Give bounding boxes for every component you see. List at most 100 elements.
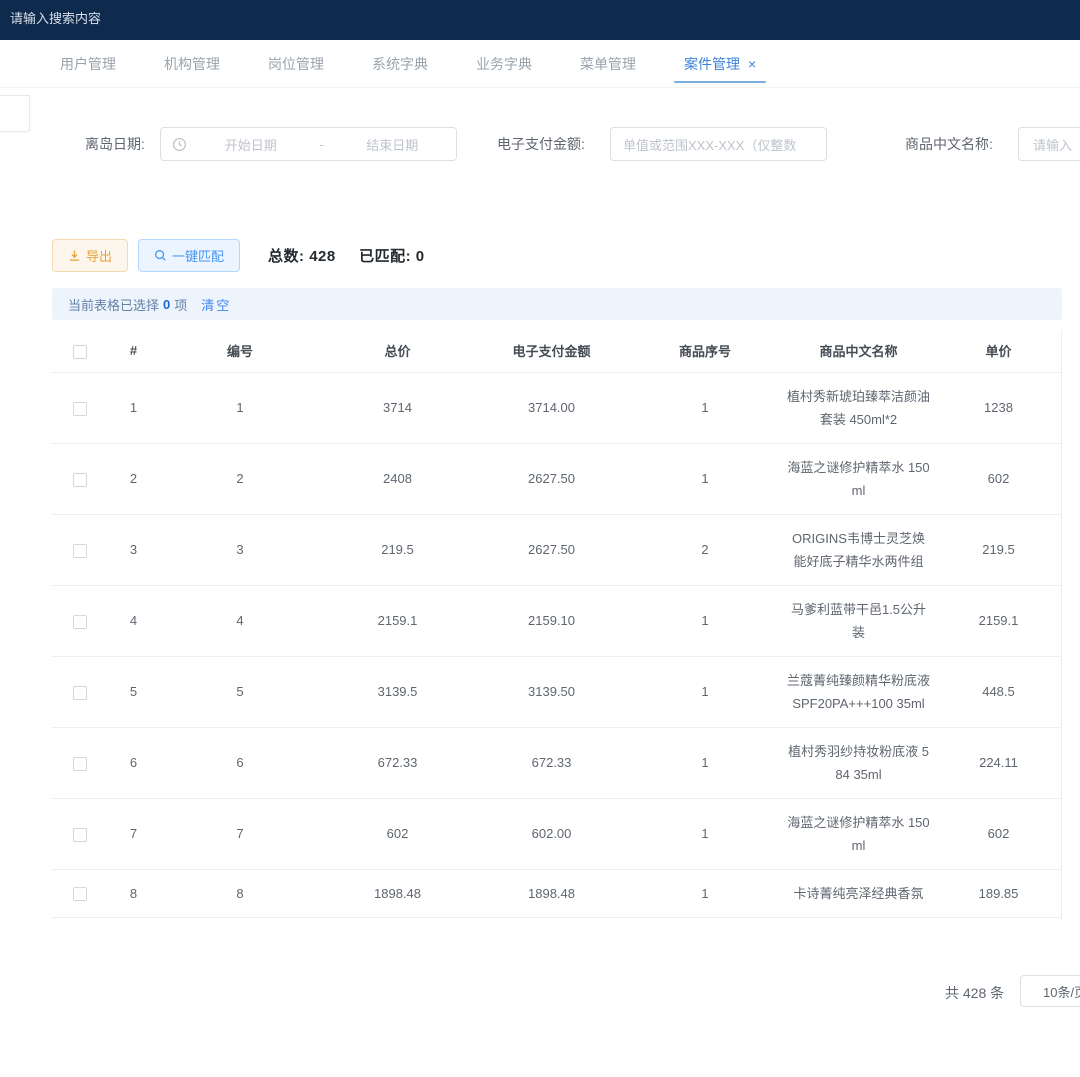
cell-num: 6 (107, 727, 160, 798)
cell-unit: 448.5 (935, 656, 1062, 727)
table-row[interactable]: 66672.33672.331植村秀羽纱持妆粉底液 584 35ml224.11 (52, 727, 1062, 798)
tab-label: 机构管理 (164, 54, 220, 74)
row-checkbox[interactable] (73, 686, 87, 700)
row-checkbox[interactable] (73, 887, 87, 901)
cell-seq: 1 (628, 372, 782, 443)
match-summary: 总数: 428 已匹配: 0 (268, 245, 425, 266)
product-placeholder: 请输入 (1033, 135, 1072, 154)
cell-seq: 1 (628, 656, 782, 727)
row-checkbox[interactable] (73, 402, 87, 416)
one-key-match-button[interactable]: 一键匹配 (138, 239, 240, 272)
cell-epay: 3714.00 (475, 372, 628, 443)
cell-epay: 2627.50 (475, 443, 628, 514)
date-filter-label: 离岛日期: (85, 127, 145, 161)
amount-placeholder: 单值或范围XXX-XXX（仅整数 (623, 135, 796, 154)
download-icon (68, 249, 81, 262)
cell-total: 219.5 (320, 514, 475, 585)
cell-total: 3139.5 (320, 656, 475, 727)
cell-unit: 2159.1 (935, 585, 1062, 656)
clear-selection-link[interactable]: 清空 (201, 295, 231, 314)
total-value: 428 (309, 248, 336, 265)
table-row[interactable]: 442159.12159.101马爹利蓝带干邑1.5公升装2159.1 (52, 585, 1062, 656)
table-row[interactable]: 33219.52627.502ORIGINS韦博士灵芝焕能好底子精华水两件组21… (52, 514, 1062, 585)
matched-label: 已匹配: (359, 248, 411, 265)
page-size-select[interactable]: 10条/页 (1020, 975, 1080, 1007)
global-search-input[interactable]: 请输入搜索内容 (0, 0, 101, 27)
total-label: 总数: (268, 248, 305, 265)
cell-total: 672.33 (320, 727, 475, 798)
tab-label: 菜单管理 (580, 54, 636, 74)
row-checkbox[interactable] (73, 544, 87, 558)
cell-total: 1898.48 (320, 869, 475, 917)
row-checkbox[interactable] (73, 757, 87, 771)
tab-user[interactable]: 用户管理 (58, 40, 118, 88)
tab-label: 岗位管理 (268, 54, 324, 74)
cell-num: 4 (107, 585, 160, 656)
cell-code: 4 (160, 585, 320, 656)
cell-unit: 219.5 (935, 514, 1062, 585)
cell-name: 马爹利蓝带干邑1.5公升装 (782, 585, 935, 656)
row-checkbox[interactable] (73, 828, 87, 842)
cell-name: 卡诗菁纯亮泽经典香氛 (782, 869, 935, 917)
tab-label: 案件管理 (684, 54, 740, 74)
cell-code: 7 (160, 798, 320, 869)
product-name-input[interactable]: 请输入 (1018, 127, 1080, 161)
cell-total: 2159.1 (320, 585, 475, 656)
cell-seq: 1 (628, 585, 782, 656)
row-checkbox[interactable] (73, 473, 87, 487)
cell-unit: 1238 (935, 372, 1062, 443)
cell-seq: 1 (628, 727, 782, 798)
col-unit-price: 单价 (935, 330, 1062, 372)
tab-menu[interactable]: 菜单管理 (578, 40, 638, 88)
table-row[interactable]: 2224082627.501海蓝之谜修护精萃水 150ml602 (52, 443, 1062, 514)
col-total-price: 总价 (320, 330, 475, 372)
date-range-input[interactable]: 开始日期 - 结束日期 (160, 127, 457, 161)
tab-label: 用户管理 (60, 54, 116, 74)
cell-code: 2 (160, 443, 320, 514)
row-checkbox[interactable] (73, 615, 87, 629)
cell-unit: 224.11 (935, 727, 1062, 798)
cell-num: 3 (107, 514, 160, 585)
cell-seq: 2 (628, 514, 782, 585)
tab-label: 系统字典 (372, 54, 428, 74)
selection-count: 0 (163, 297, 170, 312)
tab-sysdict[interactable]: 系统字典 (370, 40, 430, 88)
selection-suffix: 项 (174, 295, 187, 314)
cell-total: 3714 (320, 372, 475, 443)
tab-post[interactable]: 岗位管理 (266, 40, 326, 88)
filter-row: 离岛日期: 开始日期 - 结束日期 电子支付金额: 单值或范围XXX-XXX（仅… (0, 127, 1080, 161)
matched-value: 0 (416, 248, 425, 265)
col-index: # (107, 330, 160, 372)
cell-num: 8 (107, 869, 160, 917)
tab-close-icon[interactable]: × (748, 56, 756, 72)
date-separator: - (315, 137, 329, 152)
cell-total: 2408 (320, 443, 475, 514)
cell-total: 602 (320, 798, 475, 869)
tab-bizdict[interactable]: 业务字典 (474, 40, 534, 88)
tab-case[interactable]: 案件管理 × (682, 40, 758, 88)
export-button[interactable]: 导出 (52, 239, 128, 272)
date-end-placeholder[interactable]: 结束日期 (329, 135, 457, 154)
cell-unit: 189.85 (935, 869, 1062, 917)
cell-code: 6 (160, 727, 320, 798)
col-item-name: 商品中文名称 (782, 330, 935, 372)
cell-code: 1 (160, 372, 320, 443)
select-all-checkbox[interactable] (73, 345, 87, 359)
search-icon (154, 249, 167, 262)
amount-filter-label: 电子支付金额: (497, 127, 585, 161)
topbar: 请输入搜索内容 (0, 0, 1080, 40)
tab-label: 业务字典 (476, 54, 532, 74)
cell-name: 海蓝之谜修护精萃水 150ml (782, 443, 935, 514)
amount-input[interactable]: 单值或范围XXX-XXX（仅整数 (610, 127, 827, 161)
tab-org[interactable]: 机构管理 (162, 40, 222, 88)
date-start-placeholder[interactable]: 开始日期 (187, 135, 315, 154)
table-row[interactable]: 1137143714.001植村秀新琥珀臻萃洁颜油套装 450ml*21238 (52, 372, 1062, 443)
table-row[interactable]: 553139.53139.501兰蔻菁纯臻颜精华粉底液SPF20PA+++100… (52, 656, 1062, 727)
cell-unit: 602 (935, 443, 1062, 514)
data-table: # 编号 总价 电子支付金额 商品序号 商品中文名称 单价 1137143714… (52, 330, 1062, 920)
cell-name: 植村秀羽纱持妆粉底液 584 35ml (782, 727, 935, 798)
table-row[interactable]: 881898.481898.481卡诗菁纯亮泽经典香氛189.85 (52, 869, 1062, 917)
cell-name: 植村秀新琥珀臻萃洁颜油套装 450ml*2 (782, 372, 935, 443)
export-label: 导出 (86, 246, 112, 265)
table-row[interactable]: 77602602.001海蓝之谜修护精萃水 150ml602 (52, 798, 1062, 869)
